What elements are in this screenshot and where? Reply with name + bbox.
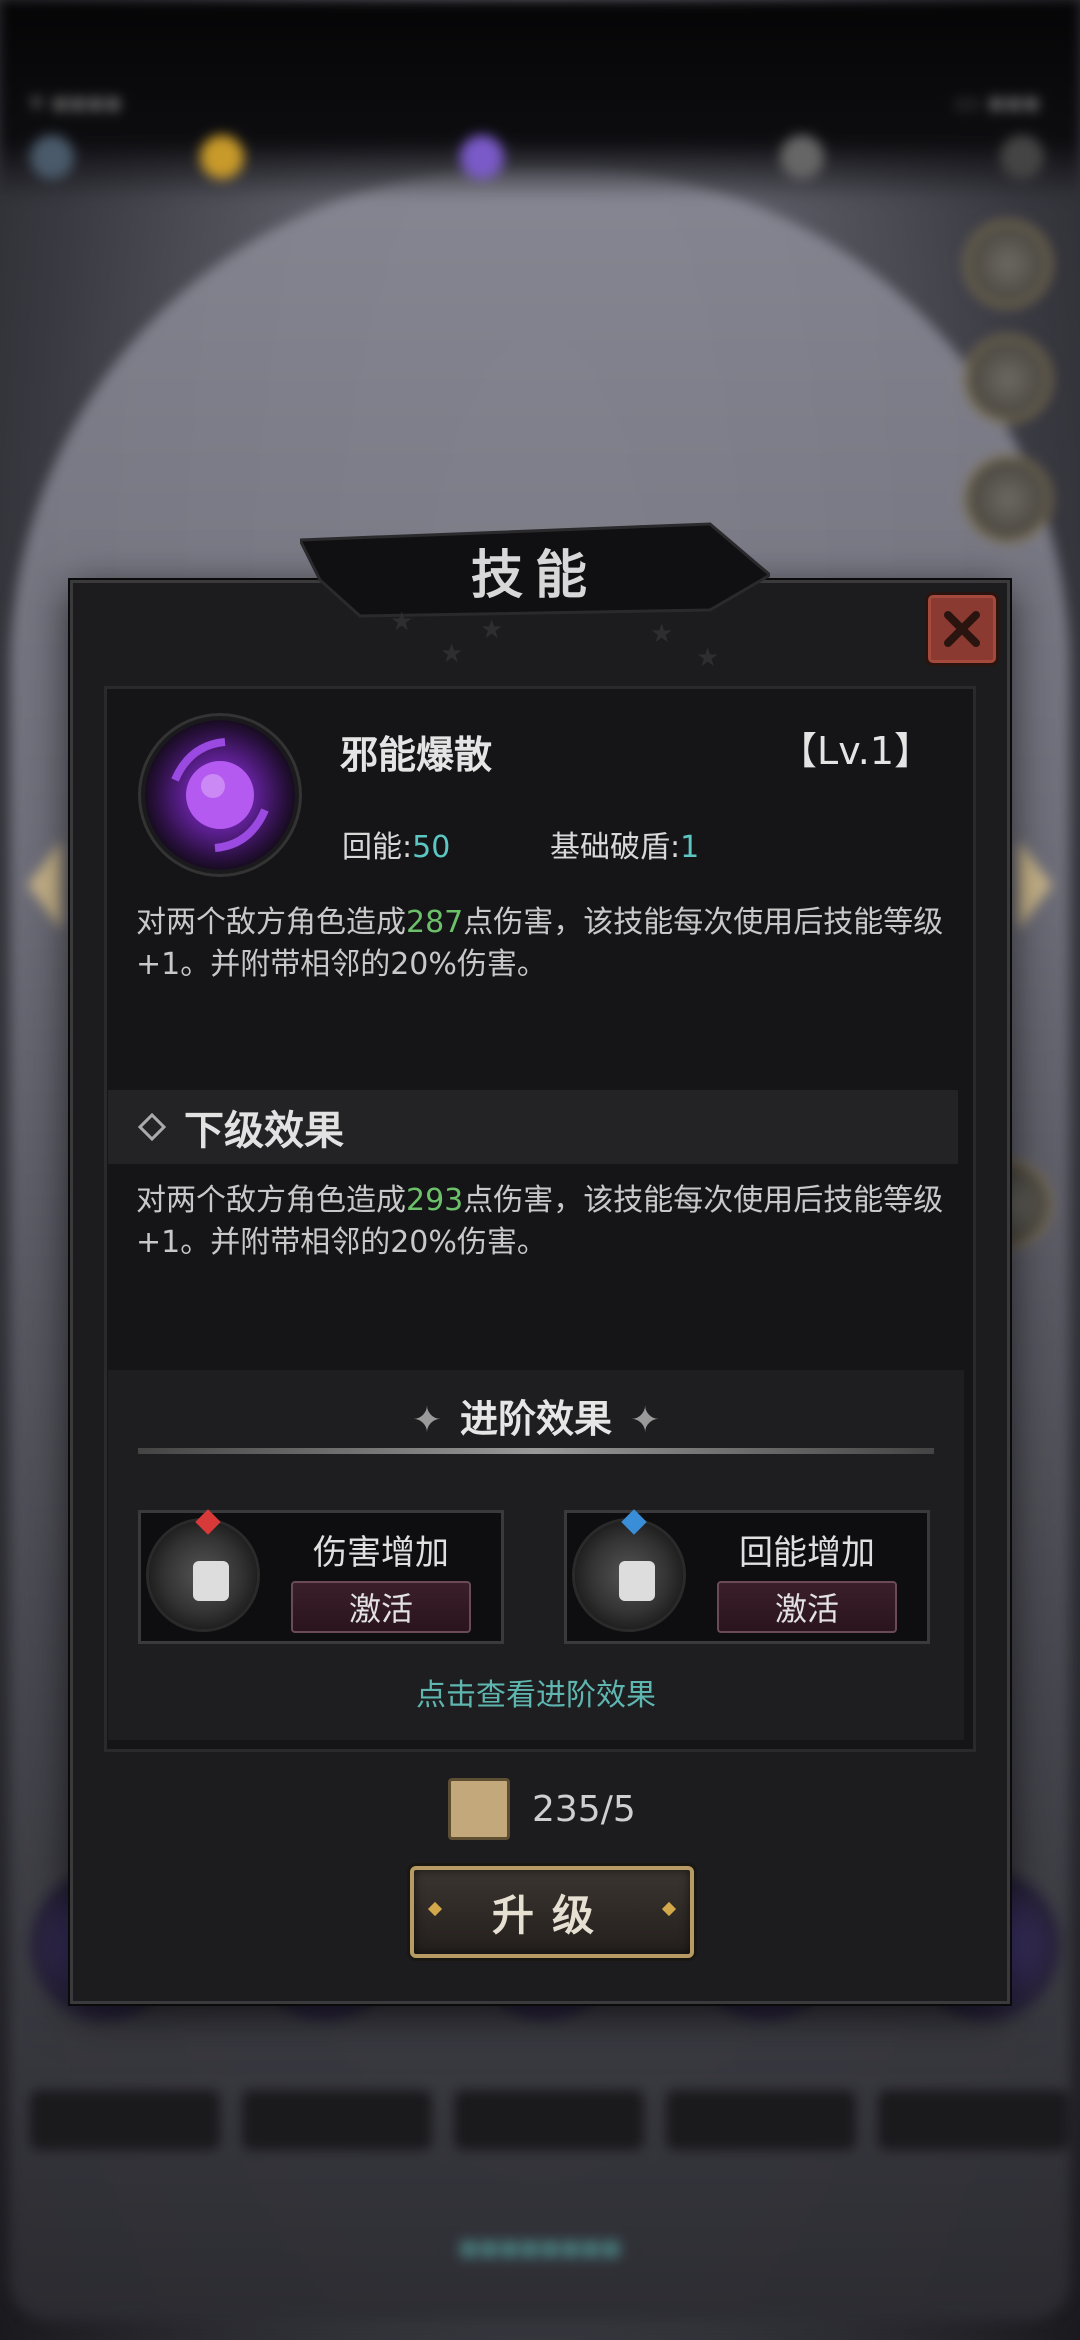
skill-name: 邪能爆散	[340, 733, 493, 777]
energy-value: 50	[412, 830, 451, 865]
advanced-heading: ✦ 进阶效果 ✦	[108, 1388, 964, 1443]
shield-stat: 基础破盾:1	[550, 822, 699, 866]
advanced-card-label: 回能增加	[739, 1533, 875, 1573]
damage-value: 287	[406, 905, 464, 940]
status-time: ▾ ▪▪▪▪	[30, 88, 122, 118]
stamina-resource	[780, 135, 824, 179]
next-desc-text: 对两个敌方角色造成	[136, 1183, 406, 1218]
activate-button[interactable]: 激活	[717, 1581, 897, 1633]
cost-amount: 235/5	[532, 1788, 636, 1830]
gem-resource	[460, 135, 504, 179]
advanced-card-energy[interactable]: 回能增加 激活	[564, 1509, 930, 1644]
desc-text: 对两个敌方角色造成	[136, 905, 406, 940]
diamond-pip-icon	[661, 1901, 677, 1917]
game-screen: ▾ ▪▪▪▪ ▭ ▪▪▪ ▪▪▪▪▪▪▪▪ 技能 ★ ★ ★ ★ ★ 邪能爆散 …	[0, 0, 1080, 2340]
lock-icon	[619, 1561, 655, 1601]
lock-emblem-icon	[149, 1521, 257, 1629]
advanced-card-damage[interactable]: 伤害增加 激活	[138, 1509, 504, 1644]
side-button-3[interactable]	[964, 455, 1052, 543]
svg-text:★: ★	[650, 619, 673, 649]
advanced-effects-panel: ✦ 进阶效果 ✦ 伤害增加 激活 回能增加 激活 点击查看进阶效果	[108, 1370, 964, 1740]
upgrade-cost: 235/5	[448, 1778, 636, 1840]
energy-stat: 回能:50	[342, 822, 450, 866]
diamond-icon	[137, 1112, 167, 1142]
scroll-item-icon	[448, 1778, 510, 1840]
lock-emblem-icon	[575, 1521, 683, 1629]
diamond-pip-icon	[427, 1901, 443, 1917]
skill-level: 【Lv.1】	[779, 729, 932, 773]
lock-icon	[193, 1561, 229, 1601]
menu-icon[interactable]	[1000, 135, 1044, 179]
view-advanced-link[interactable]: 点击查看进阶效果	[108, 1670, 964, 1714]
skill-description: 对两个敌方角色造成287点伤害，该技能每次使用后技能等级+1。并附带相邻的20%…	[136, 902, 956, 986]
svg-text:★: ★	[480, 615, 503, 645]
upgrade-button[interactable]: 升级	[410, 1866, 694, 1958]
sparkle-icon: ✦	[630, 1400, 661, 1441]
next-damage-value: 293	[406, 1183, 464, 1218]
advanced-title: 进阶效果	[459, 1397, 612, 1441]
advanced-card-label: 伤害增加	[313, 1533, 449, 1573]
energy-label: 回能:	[342, 830, 413, 865]
divider	[138, 1448, 934, 1454]
skill-icon	[145, 720, 295, 870]
activate-button[interactable]: 激活	[291, 1581, 471, 1633]
background-link: ▪▪▪▪▪▪▪▪	[458, 2230, 622, 2265]
back-icon[interactable]	[30, 135, 74, 179]
status-battery: ▭ ▪▪▪	[954, 88, 1040, 118]
shield-value: 1	[680, 830, 700, 865]
right-arrow-icon[interactable]	[1018, 840, 1052, 930]
close-icon	[944, 611, 980, 647]
background-level-row	[30, 2090, 1068, 2150]
sparkle-icon: ✦	[411, 1400, 442, 1441]
side-button-2[interactable]	[964, 335, 1052, 423]
close-button[interactable]	[925, 592, 999, 666]
side-button-1[interactable]	[964, 220, 1052, 308]
upgrade-label: 升级	[491, 1890, 612, 1940]
gold-resource	[200, 135, 244, 179]
svg-text:★: ★	[440, 639, 463, 669]
next-level-title: 下级效果	[184, 1108, 344, 1154]
top-bar: ▾ ▪▪▪▪ ▭ ▪▪▪	[0, 0, 1080, 200]
title-stars-decoration: ★ ★ ★ ★ ★	[390, 607, 719, 670]
purple-orb-icon	[171, 738, 269, 852]
svg-text:★: ★	[390, 607, 413, 637]
svg-text:★: ★	[696, 643, 719, 670]
shield-label: 基础破盾:	[550, 830, 681, 865]
next-level-description: 对两个敌方角色造成293点伤害，该技能每次使用后技能等级+1。并附带相邻的20%…	[136, 1180, 956, 1264]
next-level-heading: 下级效果	[108, 1090, 958, 1164]
left-arrow-icon[interactable]	[28, 840, 62, 930]
